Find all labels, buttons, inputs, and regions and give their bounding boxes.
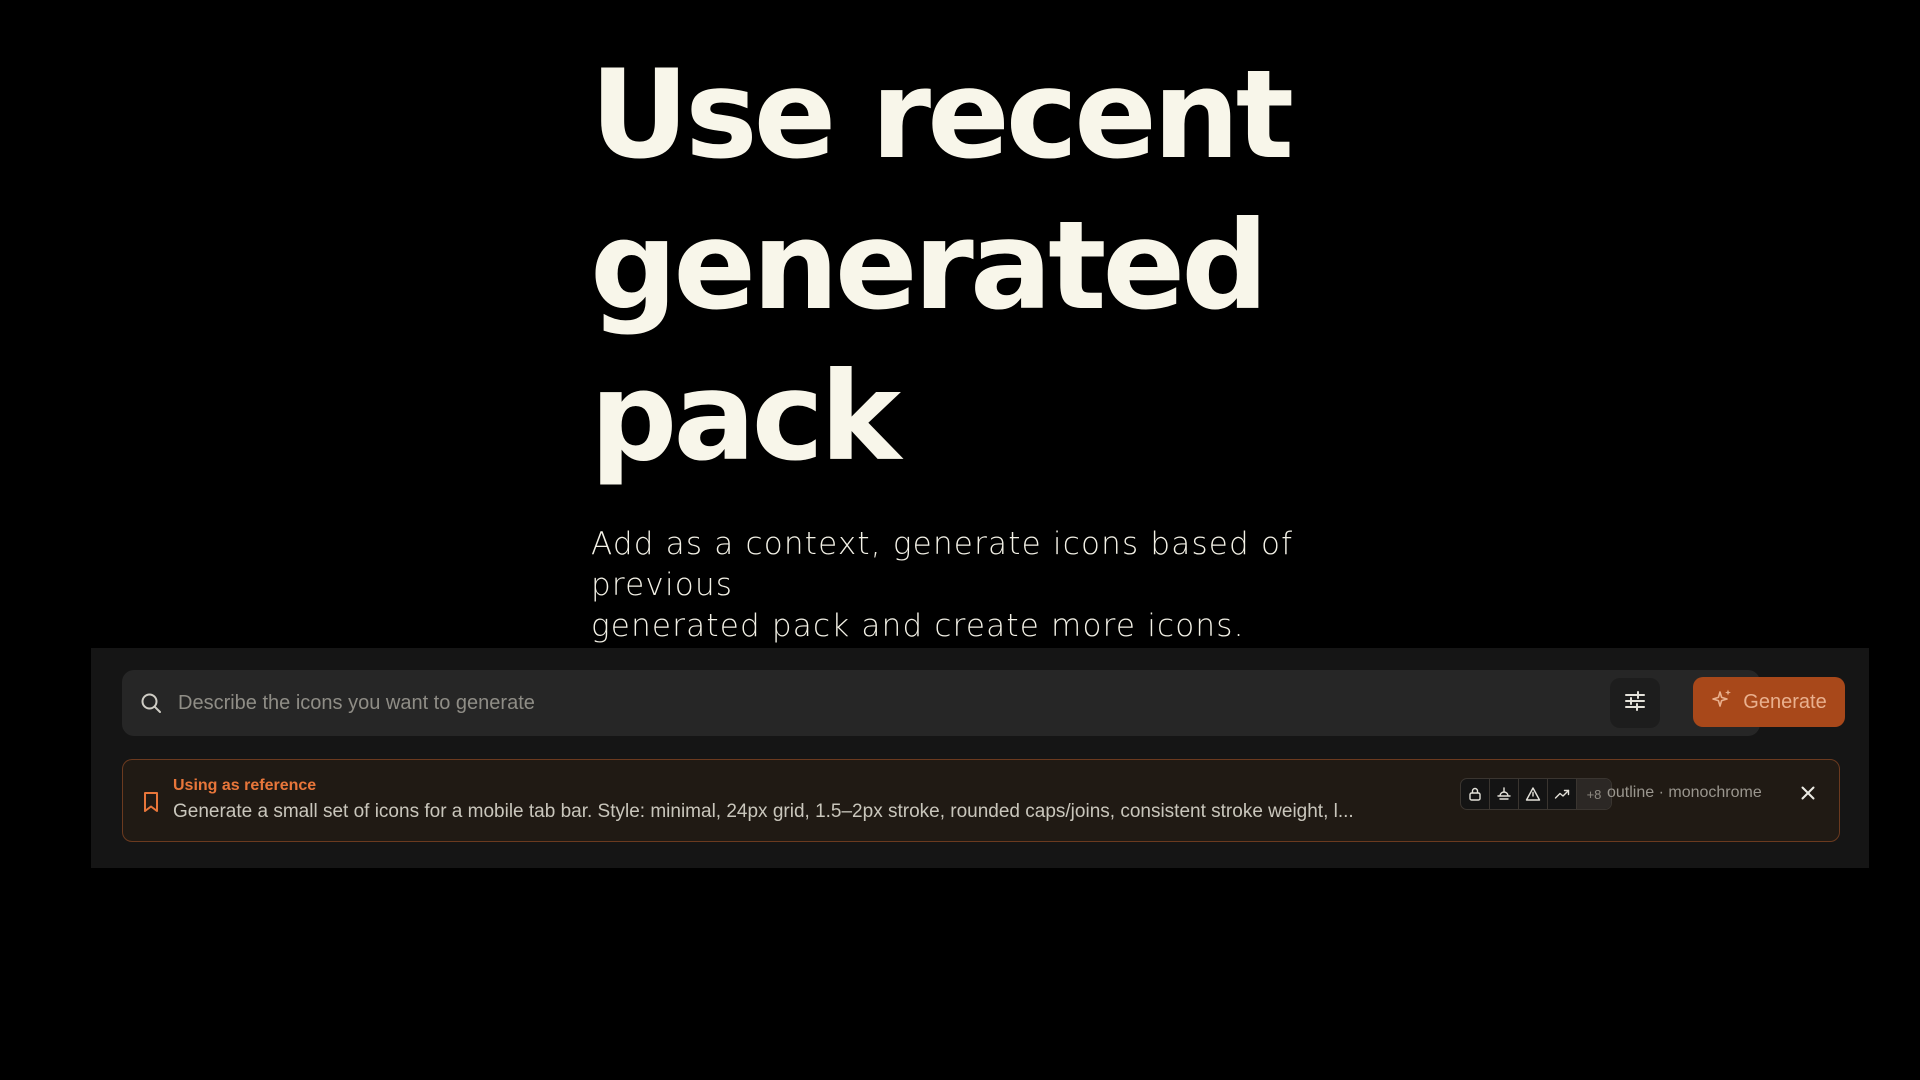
close-icon	[1800, 785, 1816, 806]
generate-button-label: Generate	[1743, 690, 1827, 713]
search-bar	[122, 670, 1760, 736]
title-line-2: generated	[590, 195, 1269, 337]
trending-up-icon	[1548, 779, 1577, 809]
generate-button[interactable]: Generate	[1693, 677, 1845, 727]
page-title: Use recent generated pack	[590, 40, 1490, 493]
reference-icon-preview: +8	[1460, 778, 1612, 810]
reference-label: Using as reference	[173, 777, 317, 794]
subtitle-line-2: generated pack and create more icons.	[591, 608, 1245, 644]
search-input[interactable]	[178, 684, 1578, 722]
remove-reference-button[interactable]	[1794, 781, 1822, 809]
warning-triangle-icon	[1519, 779, 1548, 809]
title-line-3: pack	[590, 346, 901, 488]
filter-button[interactable]	[1610, 678, 1660, 728]
prompt-panel: Generate Using as reference Generate a s…	[91, 648, 1869, 868]
reference-prompt: Generate a small set of icons for a mobi…	[173, 801, 1354, 822]
reference-card: Using as reference Generate a small set …	[122, 759, 1840, 842]
sliders-icon	[1624, 690, 1646, 717]
bookmark-icon	[141, 790, 161, 814]
page-subtitle: Add as a context, generate icons based o…	[591, 524, 1411, 647]
search-icon	[140, 692, 162, 714]
more-icons-count: +8	[1577, 779, 1611, 809]
reference-style: outline · monochrome	[1607, 784, 1762, 801]
sparkles-icon	[1711, 688, 1733, 716]
subtitle-line-1: Add as a context, generate icons based o…	[591, 526, 1294, 603]
sunrise-icon	[1490, 779, 1519, 809]
lock-icon	[1461, 779, 1490, 809]
hero: Use recent generated pack	[590, 40, 1490, 493]
title-line-1: Use recent	[590, 44, 1294, 186]
